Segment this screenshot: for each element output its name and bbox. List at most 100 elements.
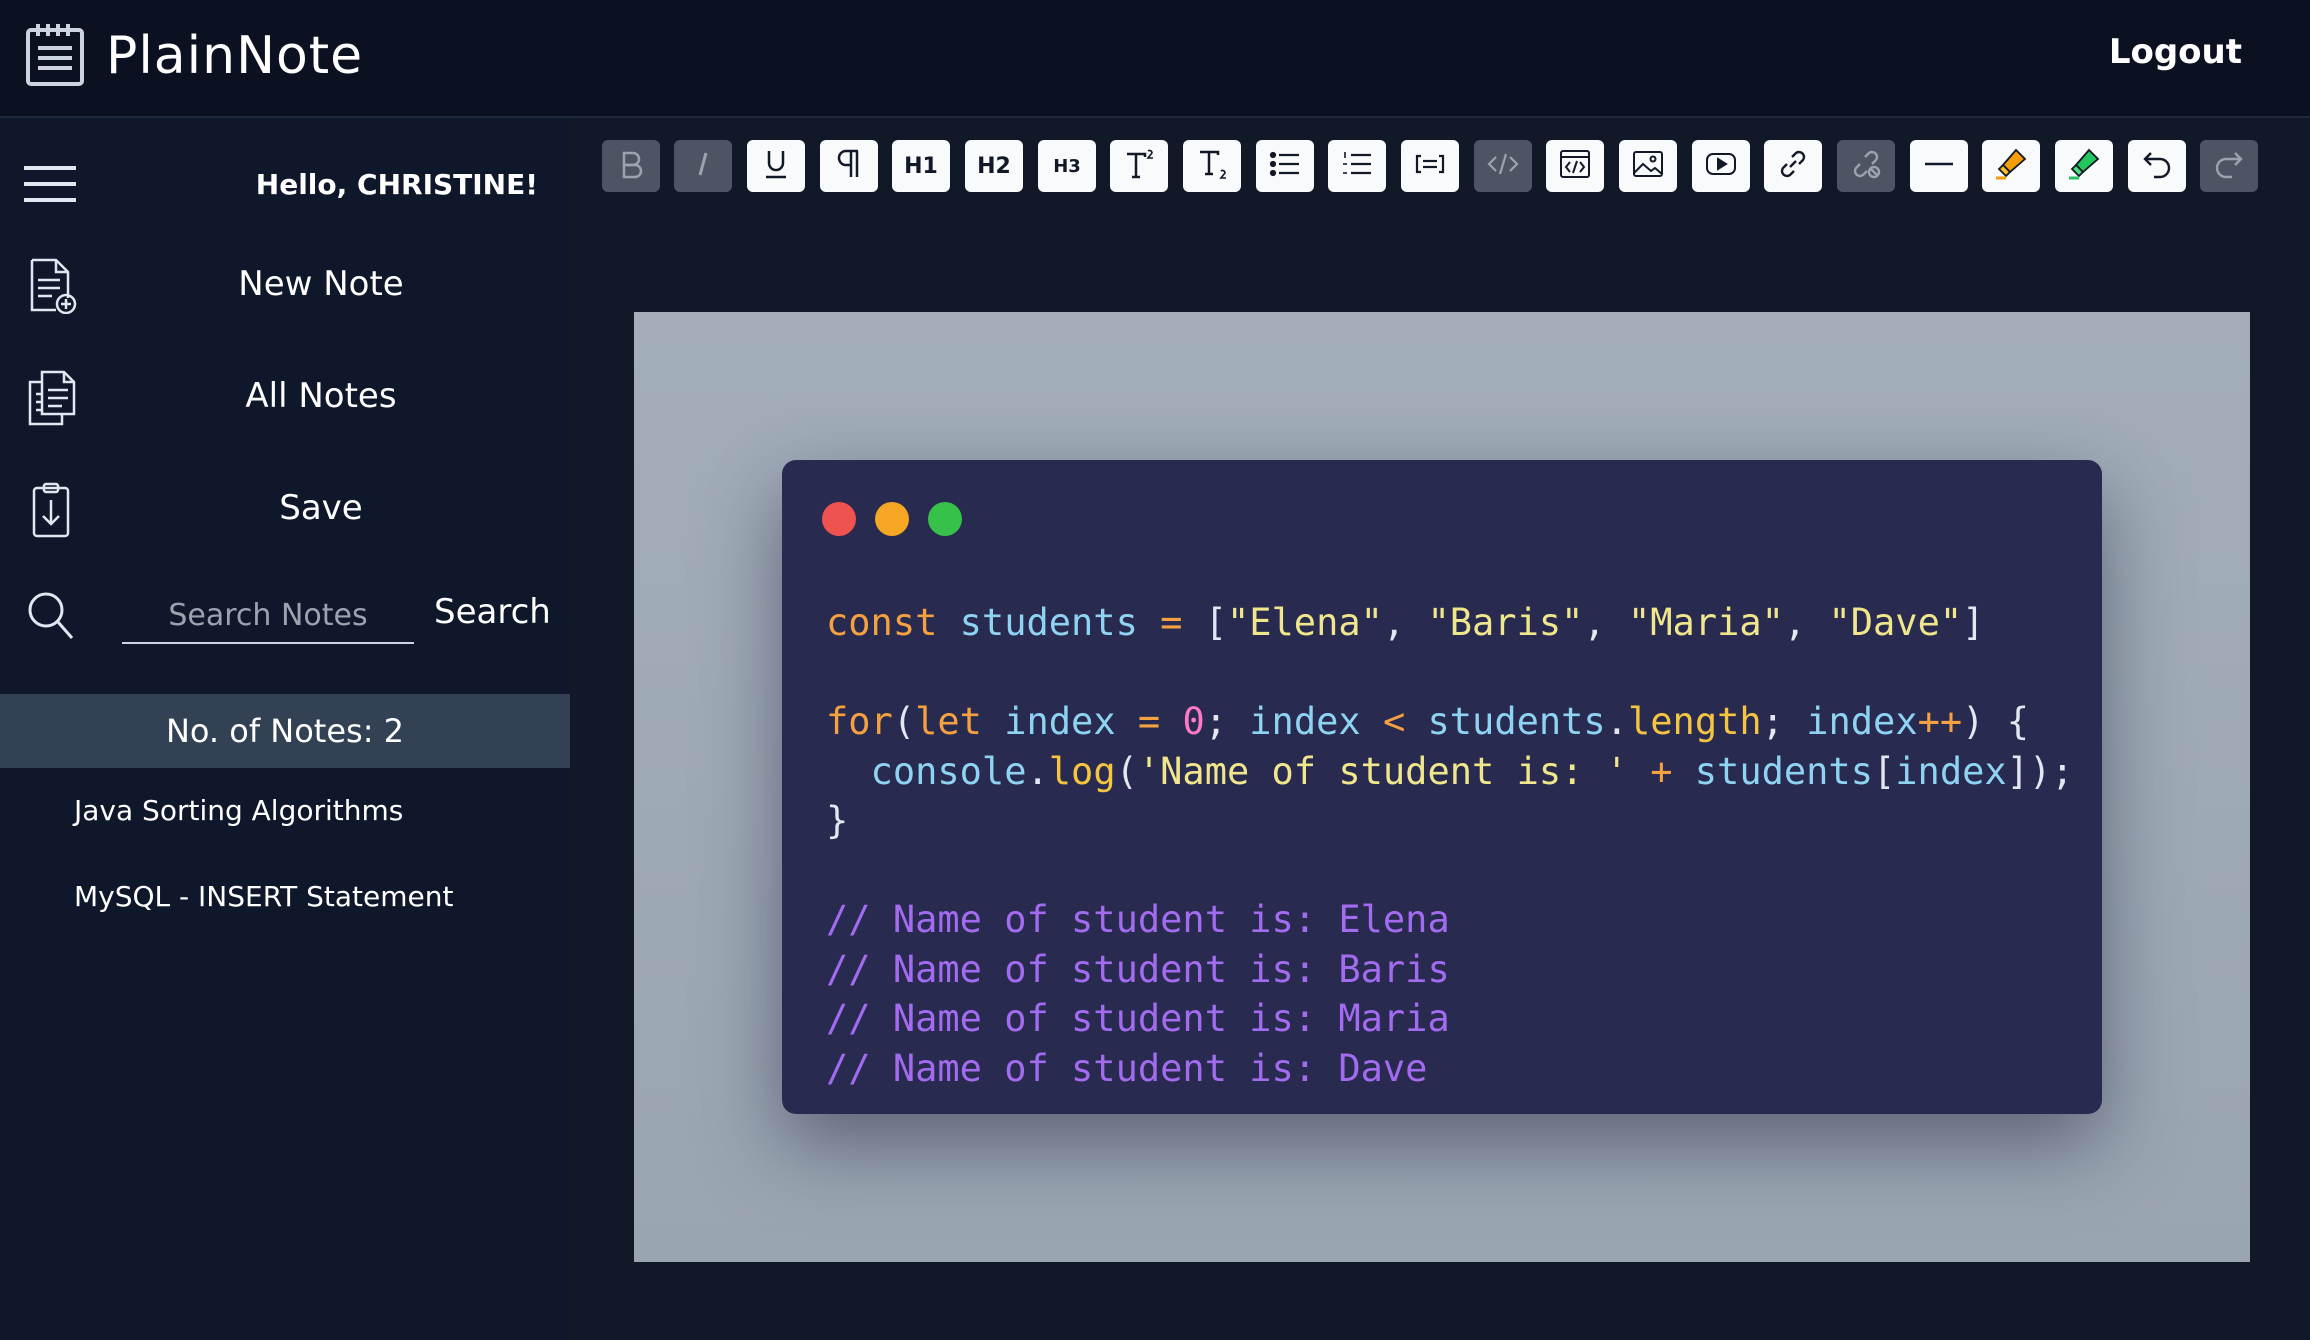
- note-content-image[interactable]: const students = ["Elena", "Baris", "Mar…: [634, 312, 2250, 1262]
- code-snippet: const students = ["Elena", "Baris", "Mar…: [826, 598, 2074, 1093]
- video-button[interactable]: [1692, 140, 1750, 192]
- note-list-item[interactable]: MySQL - INSERT Statement: [74, 880, 453, 913]
- redo-icon: [2212, 147, 2246, 185]
- highlight-orange-button[interactable]: [1982, 140, 2040, 192]
- code-token: (: [892, 700, 916, 743]
- user-greeting: Hello, CHRISTINE!: [255, 168, 538, 201]
- sidebar: Hello, CHRISTINE! New Note All Notes Sav…: [0, 118, 570, 1340]
- paragraph-button[interactable]: [820, 140, 878, 192]
- undo-button[interactable]: [2128, 140, 2186, 192]
- code-token: [: [1204, 601, 1227, 644]
- logout-button[interactable]: Logout: [2109, 32, 2242, 72]
- heading-2-button[interactable]: H2: [965, 140, 1023, 192]
- app-header: PlainNote Logout: [0, 0, 2310, 118]
- code-block-icon: [1558, 147, 1592, 185]
- horizontal-rule-button[interactable]: [1910, 140, 1968, 192]
- code-token: <: [1382, 700, 1428, 743]
- search-bar: Search: [0, 580, 570, 660]
- bold-button[interactable]: [602, 140, 660, 192]
- code-token: ;: [1204, 700, 1250, 743]
- save-label: Save: [279, 488, 363, 528]
- heading-3-button[interactable]: H3: [1038, 140, 1096, 192]
- link-icon: [1776, 147, 1810, 185]
- code-token: ,: [1783, 601, 1829, 644]
- code-token: ]);: [2006, 749, 2074, 793]
- blockquote-icon: [1413, 147, 1447, 185]
- blockquote-button[interactable]: [1401, 140, 1459, 192]
- note-list-item[interactable]: Java Sorting Algorithms: [74, 794, 403, 827]
- link-button[interactable]: [1764, 140, 1822, 192]
- code-token: students: [1694, 749, 1873, 793]
- code-token: const: [826, 601, 960, 644]
- superscript-button[interactable]: [1110, 140, 1168, 192]
- heading-1-button[interactable]: H1: [892, 140, 950, 192]
- code-token: ) {: [1962, 700, 2029, 743]
- search-button[interactable]: Search: [434, 592, 551, 632]
- code-token: "Maria": [1627, 601, 1784, 644]
- all-notes-label: All Notes: [245, 376, 397, 416]
- superscript-icon: [1122, 147, 1156, 185]
- image-button[interactable]: [1619, 140, 1677, 192]
- highlighter-orange-icon: [1994, 147, 2028, 185]
- bullet-list-button[interactable]: [1256, 140, 1314, 192]
- all-notes-button[interactable]: All Notes: [0, 348, 570, 448]
- code-token: length: [1628, 700, 1762, 743]
- horizontal-rule-icon: [1922, 147, 1956, 185]
- code-token: ,: [1583, 601, 1628, 644]
- notepad-icon: [24, 22, 86, 90]
- app-name: PlainNote: [106, 26, 364, 86]
- save-button[interactable]: Save: [0, 460, 570, 560]
- code-token: // Name of student is: Baris: [826, 947, 1450, 991]
- underline-button[interactable]: [747, 140, 805, 192]
- code-token: // Name of student is: Maria: [826, 997, 1450, 1040]
- code-token: [: [1873, 749, 1896, 793]
- code-line: // Name of student is: Baris: [826, 945, 2074, 995]
- code-token: .: [1026, 749, 1049, 793]
- undo-icon: [2140, 147, 2174, 185]
- code-token: // Name of student is: Elena: [826, 898, 1450, 941]
- search-icon[interactable]: [26, 590, 76, 642]
- video-icon: [1704, 147, 1738, 185]
- unlink-button[interactable]: [1837, 140, 1895, 192]
- code-token: .: [1605, 700, 1628, 743]
- h3-icon: H3: [1053, 155, 1081, 177]
- hamburger-menu-icon[interactable]: [24, 164, 76, 204]
- code-token: console: [826, 749, 1027, 793]
- code-block-button[interactable]: [1546, 140, 1604, 192]
- highlight-green-button[interactable]: [2055, 140, 2113, 192]
- italic-button[interactable]: [674, 140, 732, 192]
- highlighter-green-icon: [2067, 147, 2101, 185]
- code-token: students: [1427, 700, 1606, 743]
- brand[interactable]: PlainNote: [24, 22, 363, 90]
- code-token: (: [1115, 749, 1138, 793]
- h2-icon: H2: [977, 153, 1011, 179]
- new-note-button[interactable]: New Note: [0, 236, 570, 336]
- code-token: index: [1249, 700, 1383, 743]
- code-token: index: [1895, 749, 2007, 793]
- inline-code-button[interactable]: [1474, 140, 1532, 192]
- ordered-list-icon: [1340, 147, 1374, 185]
- code-line: // Name of student is: Elena: [826, 895, 2074, 945]
- code-token: }: [826, 799, 849, 842]
- subscript-button[interactable]: [1183, 140, 1241, 192]
- bullet-list-icon: [1268, 147, 1302, 185]
- bold-icon: [614, 147, 648, 185]
- code-line: // Name of student is: Dave: [826, 1044, 2074, 1094]
- notes-count-banner: No. of Notes: 2: [0, 694, 570, 768]
- code-line: }: [826, 796, 2074, 846]
- ordered-list-button[interactable]: [1328, 140, 1386, 192]
- editor-pane: H1 H2 H3 const students = ["Elena", "Bar…: [570, 118, 2310, 1340]
- code-icon: [1486, 147, 1520, 185]
- redo-button[interactable]: [2200, 140, 2258, 192]
- underline-icon: [759, 147, 793, 185]
- code-token: ,: [1382, 601, 1428, 644]
- search-input[interactable]: [122, 588, 414, 644]
- code-line: const students = ["Elena", "Baris", "Mar…: [826, 598, 2074, 648]
- unlink-icon: [1849, 147, 1883, 185]
- code-token: 'Name of student is: ': [1137, 749, 1628, 793]
- code-token: let: [915, 700, 1005, 743]
- code-line: // Name of student is: Maria: [826, 994, 2074, 1044]
- code-token: for: [826, 700, 893, 743]
